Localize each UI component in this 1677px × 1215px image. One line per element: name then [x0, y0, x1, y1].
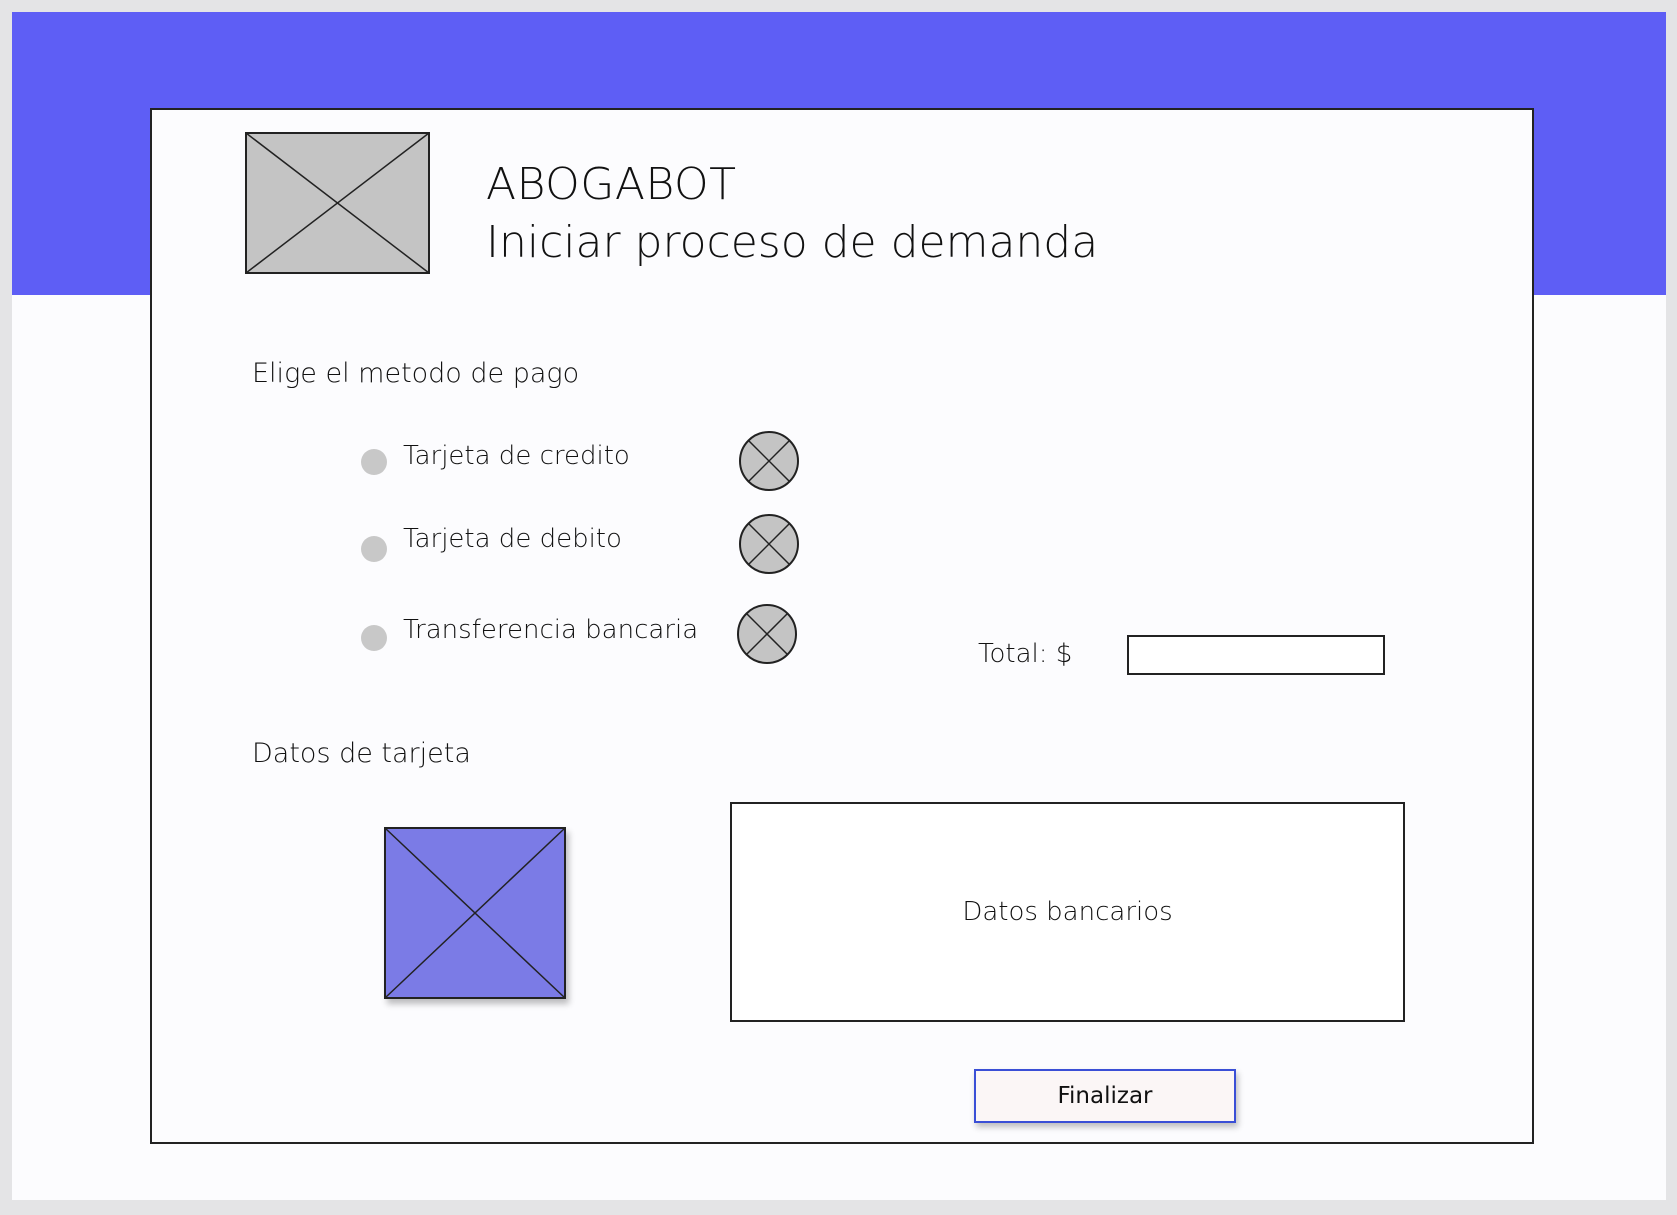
radio-bank-transfer[interactable]: [361, 625, 387, 651]
bank-details-label: Datos bancarios: [962, 897, 1173, 927]
finish-button[interactable]: Finalizar: [974, 1069, 1236, 1123]
logo-placeholder-icon: [245, 132, 430, 274]
radio-credit-card[interactable]: [361, 449, 387, 475]
option-credit-card-label: Tarjeta de credito: [403, 441, 630, 471]
payment-method-heading: Elige el metodo de pago: [252, 358, 580, 389]
total-label: Total: $: [978, 639, 1073, 669]
bank-transfer-icon: [737, 604, 797, 664]
page-subtitle: Iniciar proceso de demanda: [486, 217, 1099, 268]
card-image-placeholder-icon: [384, 827, 566, 999]
app-page: ABOGABOT Iniciar proceso de demanda Elig…: [12, 12, 1666, 1200]
total-amount-input[interactable]: [1127, 635, 1385, 675]
card-data-heading: Datos de tarjeta: [252, 738, 471, 769]
radio-debit-card[interactable]: [361, 536, 387, 562]
bank-details-box[interactable]: Datos bancarios: [730, 802, 1405, 1022]
credit-card-icon: [739, 431, 799, 491]
debit-card-icon: [739, 514, 799, 574]
brand-title: ABOGABOT: [486, 159, 737, 210]
option-bank-transfer-label: Transferencia bancaria: [403, 615, 699, 645]
option-debit-card-label: Tarjeta de debito: [403, 524, 622, 554]
